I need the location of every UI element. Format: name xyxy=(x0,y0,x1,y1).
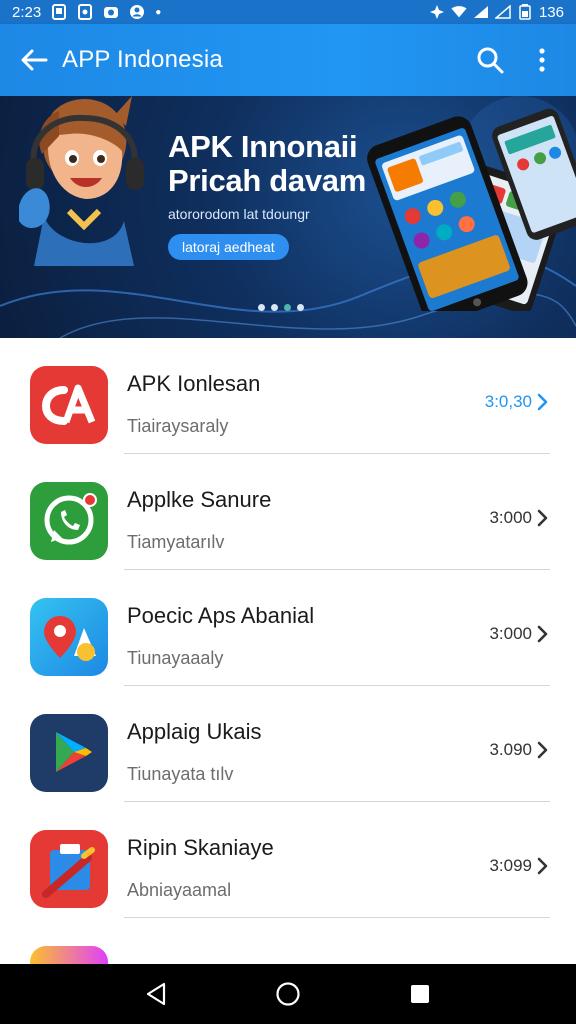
list-item[interactable]: Applaig Ukais Tiunayata tılv 3.090 xyxy=(0,686,576,802)
chevron-right-icon xyxy=(537,625,548,643)
app-price: 3.090 xyxy=(489,740,532,759)
app-list: APK Ionlesan Tiairaysaraly 3:0,30 Applke… xyxy=(0,338,576,1024)
promo-banner[interactable]: APK Innonaii Pricah davam atororodom lat… xyxy=(0,96,576,338)
system-navigation-bar xyxy=(0,964,576,1024)
notification-doc-icon xyxy=(77,4,93,20)
apk-logo-icon xyxy=(30,366,108,444)
carousel-dot[interactable] xyxy=(271,304,278,311)
brush-tool-icon xyxy=(30,830,108,908)
list-item[interactable]: Applke Sanure Tiamyatarılv 3:000 xyxy=(0,454,576,570)
list-item[interactable]: Poecic Aps Abanial Tiunayaaaly 3:000 xyxy=(0,570,576,686)
overflow-menu-button[interactable] xyxy=(522,40,562,80)
status-time: 2:23 xyxy=(12,3,42,21)
arrow-left-icon xyxy=(21,49,48,71)
list-item[interactable]: Ripin Skaniaye Abniayaamal 3:099 xyxy=(0,802,576,918)
banner-text-block: APK Innonaii Pricah davam atororodom lat… xyxy=(168,130,366,260)
carousel-dot[interactable] xyxy=(258,304,265,311)
app-subtitle: Tiamyatarılv xyxy=(127,532,225,552)
maps-pin-icon xyxy=(30,598,108,676)
play-store-icon xyxy=(30,714,108,792)
more-vertical-icon xyxy=(539,48,545,72)
search-button[interactable] xyxy=(470,40,510,80)
whatsapp-icon xyxy=(30,482,108,560)
carousel-dot-active[interactable] xyxy=(284,304,291,311)
notification-account-icon xyxy=(129,4,145,20)
app-price: 3:099 xyxy=(489,856,532,875)
chevron-right-icon xyxy=(537,741,548,759)
app-subtitle: Tiunayaaaly xyxy=(127,648,224,668)
chevron-right-icon xyxy=(537,857,548,875)
chevron-right-icon xyxy=(537,509,548,527)
notification-camera-icon xyxy=(103,4,119,20)
banner-subtitle: atororodom lat tdoungr xyxy=(168,206,310,222)
back-button[interactable] xyxy=(14,40,54,80)
banner-title-line-2: Pricah davam xyxy=(168,163,367,198)
app-name: Poecic Aps Abanial xyxy=(127,603,315,628)
app-subtitle: Tiunayata tılv xyxy=(127,764,234,784)
app-name: Ripin Skaniaye xyxy=(127,835,274,860)
app-name: Applaig Ukais xyxy=(127,719,262,744)
app-subtitle: Abniayaamal xyxy=(127,880,232,900)
data-saver-icon xyxy=(429,4,445,20)
app-bar: APP Indonesia xyxy=(0,24,576,96)
chevron-right-icon xyxy=(537,393,548,411)
app-price: 3:0,30 xyxy=(484,392,532,411)
search-icon xyxy=(477,47,504,74)
signal-secondary-icon xyxy=(494,4,511,20)
square-recents-icon xyxy=(411,985,429,1003)
banner-title-line-1: APK Innonaii xyxy=(168,129,358,164)
battery-level: 136 xyxy=(538,3,564,21)
triangle-back-icon xyxy=(146,982,166,1006)
nav-home-button[interactable] xyxy=(268,974,308,1014)
mascot-character-illustration xyxy=(19,96,144,266)
carousel-indicator[interactable] xyxy=(258,304,304,311)
phones-illustration xyxy=(367,108,576,311)
app-name: Applke Sanure xyxy=(127,487,272,512)
page-title: APP Indonesia xyxy=(62,46,223,73)
app-name: APK Ionlesan xyxy=(127,371,261,396)
app-subtitle: Tiairaysaraly xyxy=(127,416,229,436)
wifi-icon xyxy=(451,4,467,20)
banner-cta-button[interactable]: latoraj aedheat xyxy=(168,234,289,260)
nav-back-button[interactable] xyxy=(136,974,176,1014)
notification-app-icon xyxy=(51,4,67,20)
circle-home-icon xyxy=(276,982,300,1006)
list-item[interactable]: APK Ionlesan Tiairaysaraly 3:0,30 xyxy=(0,338,576,454)
carousel-dot[interactable] xyxy=(297,304,304,311)
app-price: 3:000 xyxy=(489,508,532,527)
status-bar: 2:23 ● 136 xyxy=(0,0,576,24)
app-price: 3:000 xyxy=(489,624,532,643)
signal-icon xyxy=(473,4,489,20)
more-notifications-dot-icon: ● xyxy=(155,6,162,18)
battery-icon xyxy=(517,4,533,20)
nav-recents-button[interactable] xyxy=(400,974,440,1014)
